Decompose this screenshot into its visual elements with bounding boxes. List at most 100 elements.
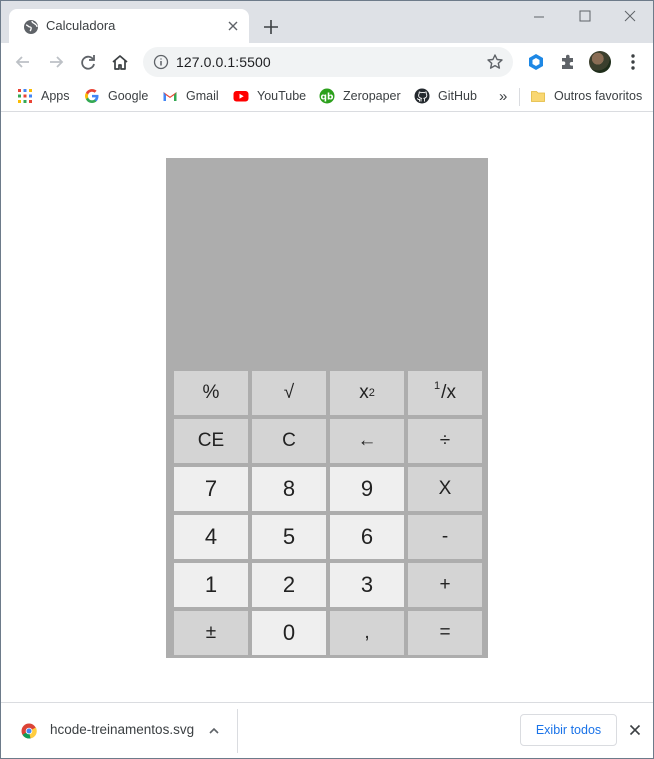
download-file-name[interactable]: hcode-treinamentos.svg — [50, 722, 194, 737]
key-5-button[interactable]: 5 — [252, 515, 326, 559]
key-clear-entry-button[interactable]: CE — [174, 419, 248, 463]
key-1-button[interactable]: 1 — [174, 563, 248, 607]
key-label: 9 — [360, 476, 374, 501]
key-clear-button[interactable]: C — [252, 419, 326, 463]
minimize-icon[interactable] — [519, 5, 559, 29]
key-label: C — [282, 430, 296, 451]
calculator-display — [166, 158, 488, 363]
key-label: /x — [441, 382, 456, 403]
key-superscript: 2 — [368, 387, 375, 399]
key-negate-button[interactable]: ± — [174, 611, 248, 655]
tab-title: Calculadora — [46, 18, 116, 33]
key-label: ÷ — [439, 430, 451, 451]
key-square-button[interactable]: x2 — [330, 371, 404, 415]
key-3-button[interactable]: 3 — [330, 563, 404, 607]
key-label: 7 — [204, 476, 218, 501]
github-icon — [414, 88, 430, 104]
tab-calculadora[interactable]: Calculadora — [9, 9, 249, 43]
bookmark-star-icon[interactable] — [486, 53, 504, 71]
profile-avatar[interactable] — [589, 51, 611, 73]
bookmark-google[interactable]: Google — [84, 86, 148, 106]
key-label: √ — [283, 382, 295, 403]
key-label: x — [359, 382, 369, 403]
key-2-button[interactable]: 2 — [252, 563, 326, 607]
key-label: ± — [205, 622, 217, 643]
chevron-up-icon[interactable] — [206, 723, 222, 739]
key-label: - — [441, 526, 449, 547]
youtube-icon — [233, 91, 249, 102]
key-label: 5 — [282, 524, 296, 549]
key-6-button[interactable]: 6 — [330, 515, 404, 559]
key-add-button[interactable]: + — [408, 563, 482, 607]
download-bar: hcode-treinamentos.svg Exibir todos — [1, 702, 653, 758]
key-multiply-button[interactable]: X — [408, 467, 482, 511]
key-equals-button[interactable]: = — [408, 611, 482, 655]
key-label: = — [439, 622, 451, 643]
bookmark-label: Apps — [41, 89, 70, 103]
key-0-button[interactable]: 0 — [252, 611, 326, 655]
key-label: X — [438, 478, 452, 499]
extension-cube-icon[interactable] — [526, 52, 546, 72]
bookmark-other-favorites[interactable]: Outros favoritos — [530, 86, 642, 106]
key-backspace-button[interactable]: ← — [330, 419, 404, 463]
key-subtract-button[interactable]: - — [408, 515, 482, 559]
calculator: % √ x 2 1/x CE C ← ÷ 7 8 9 X 4 5 6-1 2 3 + ±0, = — [166, 158, 488, 658]
key-label: 2 — [282, 572, 296, 597]
key-label: ← — [357, 430, 377, 451]
key-decimal-button[interactable]: , — [330, 611, 404, 655]
key-label: 8 — [282, 476, 296, 501]
key-8-button[interactable]: 8 — [252, 467, 326, 511]
key-label: 4 — [204, 524, 218, 549]
globe-icon — [24, 20, 38, 34]
address-bar[interactable]: 127.0.0.1:5500 — [143, 47, 513, 77]
info-icon[interactable] — [153, 54, 169, 70]
close-icon[interactable] — [627, 722, 643, 738]
reload-icon[interactable] — [78, 52, 98, 72]
key-label: 0 — [282, 620, 296, 645]
bookmark-youtube[interactable]: YouTube — [233, 86, 306, 106]
key-label: + — [439, 574, 451, 595]
key-label: 3 — [360, 572, 374, 597]
bookmarks-overflow-button[interactable]: » — [499, 86, 507, 106]
key-label: % — [202, 382, 220, 403]
key-divide-button[interactable]: ÷ — [408, 419, 482, 463]
show-all-downloads-button[interactable]: Exibir todos — [520, 714, 617, 746]
bookmark-label: Google — [108, 89, 149, 103]
key-7-button[interactable]: 7 — [174, 467, 248, 511]
download-divider — [237, 709, 238, 753]
bookmarks-overflow-label: » — [499, 87, 508, 105]
bookmark-zeropaper[interactable]: qb Zeropaper — [319, 86, 401, 106]
chrome-file-icon — [21, 723, 37, 739]
bookmark-gmail[interactable]: Gmail — [162, 86, 219, 106]
zeropaper-icon: qb — [319, 88, 335, 104]
forward-arrow-icon[interactable] — [46, 52, 66, 72]
window-close-icon[interactable] — [610, 5, 650, 29]
key-4-button[interactable]: 4 — [174, 515, 248, 559]
key-superscript: 1 — [434, 380, 441, 392]
bookmark-label: GitHub — [438, 89, 477, 103]
browser-window: Calculadora 127.0.0.1:5500 Apps Google G… — [0, 0, 654, 759]
calculator-keypad: % √ x 2 1/x CE C ← ÷ 7 8 9 X 4 5 6-1 2 3 + ±0, = — [174, 371, 482, 655]
bookmarks-divider — [519, 88, 520, 106]
folder-icon — [531, 91, 545, 102]
menu-dots-icon[interactable] — [623, 52, 643, 72]
key-sqrt-button[interactable]: √ — [252, 371, 326, 415]
url-text[interactable]: 127.0.0.1:5500 — [176, 54, 271, 70]
new-tab-plus-icon[interactable] — [261, 17, 281, 37]
extensions-puzzle-icon[interactable] — [558, 52, 578, 72]
close-icon[interactable] — [225, 18, 241, 34]
home-icon[interactable] — [110, 52, 130, 72]
maximize-icon[interactable] — [565, 5, 605, 29]
key-percent-button[interactable]: % — [174, 371, 248, 415]
key-label: 6 — [360, 524, 374, 549]
key-9-button[interactable]: 9 — [330, 467, 404, 511]
bookmark-github[interactable]: GitHub — [414, 86, 477, 106]
key-label: CE — [197, 430, 225, 451]
back-arrow-icon[interactable] — [13, 52, 33, 72]
tab-strip: Calculadora — [1, 1, 653, 43]
svg-text:qb: qb — [321, 93, 334, 103]
key-reciprocal-button[interactable]: 1/x — [408, 371, 482, 415]
gmail-icon — [163, 92, 177, 101]
bookmark-apps[interactable]: Apps — [17, 86, 70, 106]
bookmarks-bar: Apps Google Gmail YouTube qb Zeropaper G… — [1, 81, 653, 112]
